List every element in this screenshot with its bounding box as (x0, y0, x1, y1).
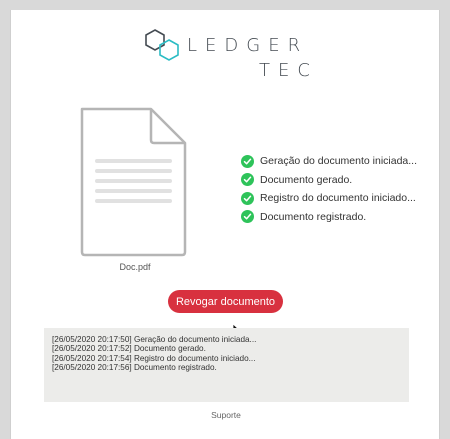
step-label: Documento registrado. (260, 210, 367, 223)
log-line: [26/05/2020 20:17:50] Geração do documen… (52, 335, 257, 344)
step-label: Documento gerado. (260, 173, 353, 186)
logo-text-tec: TEC (259, 60, 318, 81)
log-line: [26/05/2020 20:17:52] Documento gerado. (52, 344, 206, 354)
check-circle-icon (241, 173, 254, 187)
document-icon (80, 107, 187, 257)
check-circle-icon (241, 154, 254, 168)
hexagon-logo-icon (145, 29, 179, 61)
step-item: Documento gerado. (241, 171, 417, 190)
activity-log: [26/05/2020 20:17:50] Geração do documen… (44, 328, 409, 402)
progress-steps: Geração do documento iniciada... Documen… (241, 152, 417, 226)
ledgertec-logo: LEDGER TEC (141, 26, 321, 81)
step-item: Registro do documento iniciado... (241, 189, 417, 208)
support-link[interactable]: Suporte (201, 410, 251, 420)
step-item: Geração do documento iniciada... (241, 152, 417, 171)
check-circle-icon (241, 191, 254, 205)
log-line: [26/05/2020 20:17:54] Registro do docume… (52, 353, 256, 363)
step-label: Registro do documento iniciado... (260, 192, 416, 205)
app-window: LEDGER TEC Doc.pdf Geração do documento … (10, 10, 440, 439)
logo-text-ledger: LEDGER (187, 35, 309, 56)
step-item: Documento registrado. (241, 208, 417, 227)
step-label: Geração do documento iniciada... (260, 155, 418, 168)
document-filename: Doc.pdf (119, 262, 151, 272)
revoke-document-button[interactable]: Revogar documento (168, 290, 283, 313)
log-line: [26/05/2020 20:17:56] Documento registra… (52, 363, 217, 373)
check-circle-icon (241, 210, 254, 224)
